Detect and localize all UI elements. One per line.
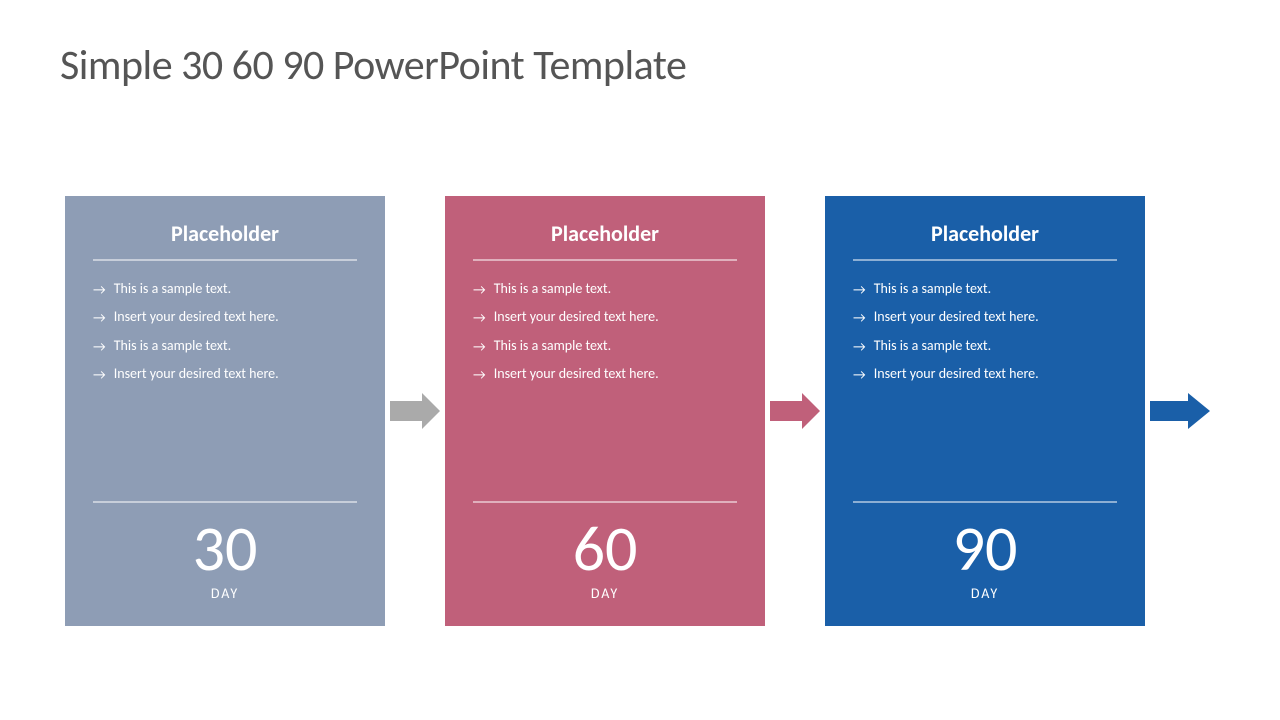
trailing-arrow-icon [1150,393,1210,429]
list-item-text: Insert your desired text here. [494,364,659,384]
list-item: → This is a sample text. [93,336,357,357]
list-item: → Insert your desired text here. [853,364,1117,385]
arrow-icon-2 [770,393,820,429]
card-90-bottom-divider [853,501,1117,503]
page-title: Simple 30 60 90 PowerPoint Template [60,40,1220,91]
list-item: → Insert your desired text here. [473,364,737,385]
card-90-heading: Placeholder [853,220,1117,247]
cards-row: Placeholder → This is a sample text. → I… [60,131,1220,690]
card-60-number: 60 DAY [473,517,737,602]
list-item-text: This is a sample text. [494,279,611,299]
card-30-number: 30 DAY [93,517,357,602]
list-item-text: This is a sample text. [874,279,991,299]
list-item: → This is a sample text. [853,279,1117,300]
list-item: → Insert your desired text here. [853,307,1117,328]
list-item: → Insert your desired text here. [93,307,357,328]
card-90-day-label: DAY [853,585,1117,602]
bullet-icon: → [853,308,866,328]
list-item-text: Insert your desired text here. [874,364,1039,384]
list-item-text: This is a sample text. [114,336,231,356]
bullet-icon: → [853,337,866,357]
list-item-text: This is a sample text. [874,336,991,356]
list-item-text: This is a sample text. [114,279,231,299]
card-60-heading: Placeholder [473,220,737,247]
bullet-icon: → [93,365,106,385]
list-item-text: Insert your desired text here. [494,307,659,327]
list-item-text: Insert your desired text here. [114,307,279,327]
card-60-list: → This is a sample text. → Insert your d… [473,279,737,483]
card-30-day-number: 30 [93,517,357,581]
list-item: → This is a sample text. [93,279,357,300]
card-60: Placeholder → This is a sample text. → I… [445,196,765,626]
list-item: → This is a sample text. [473,336,737,357]
card-30: Placeholder → This is a sample text. → I… [65,196,385,626]
card-90-top-divider [853,259,1117,261]
bullet-icon: → [93,337,106,357]
card-30-day-label: DAY [93,585,357,602]
card-90: Placeholder → This is a sample text. → I… [825,196,1145,626]
card-30-bottom-divider [93,501,357,503]
card-60-top-divider [473,259,737,261]
bullet-icon: → [853,365,866,385]
list-item: → Insert your desired text here. [93,364,357,385]
list-item: → Insert your desired text here. [473,307,737,328]
connector-arrow-1 [385,393,445,429]
card-30-heading: Placeholder [93,220,357,247]
connector-arrow-2 [765,393,825,429]
list-item-text: Insert your desired text here. [874,307,1039,327]
card-90-list: → This is a sample text. → Insert your d… [853,279,1117,483]
list-item-text: This is a sample text. [494,336,611,356]
trailing-arrow [1145,393,1215,429]
bullet-icon: → [473,280,486,300]
bullet-icon: → [473,337,486,357]
card-60-day-number: 60 [473,517,737,581]
list-item: → This is a sample text. [473,279,737,300]
bullet-icon: → [473,308,486,328]
card-60-bottom-divider [473,501,737,503]
arrow-icon-1 [390,393,440,429]
bullet-icon: → [93,308,106,328]
list-item-text: Insert your desired text here. [114,364,279,384]
bullet-icon: → [93,280,106,300]
bullet-icon: → [853,280,866,300]
card-60-day-label: DAY [473,585,737,602]
bullet-icon: → [473,365,486,385]
list-item: → This is a sample text. [853,336,1117,357]
page: Simple 30 60 90 PowerPoint Template Plac… [0,0,1280,720]
card-90-day-number: 90 [853,517,1117,581]
card-30-list: → This is a sample text. → Insert your d… [93,279,357,483]
card-90-number: 90 DAY [853,517,1117,602]
card-30-top-divider [93,259,357,261]
